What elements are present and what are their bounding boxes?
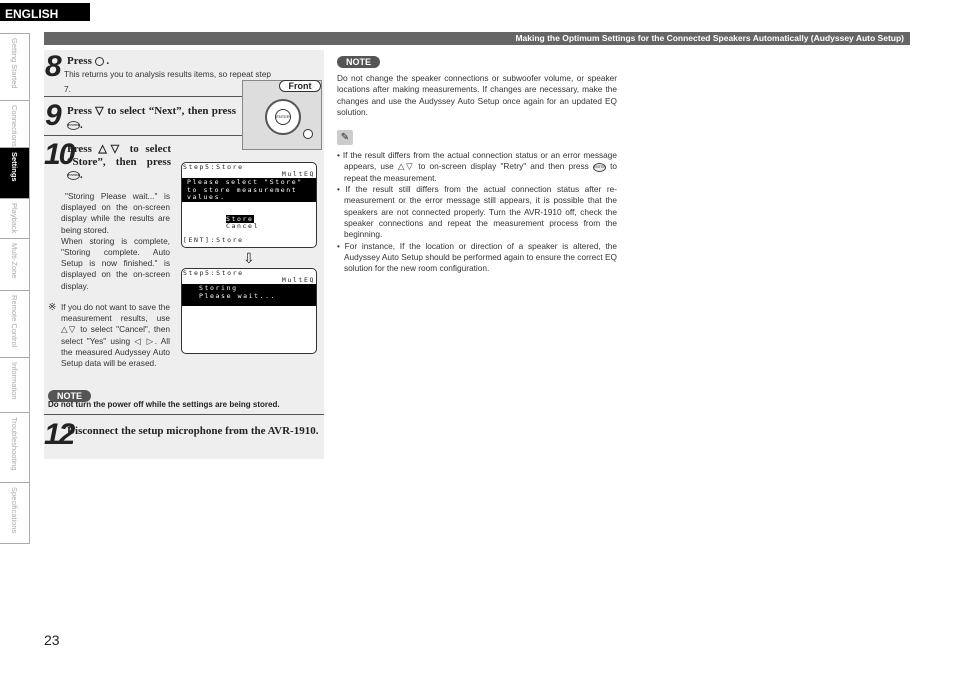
down-arrow-icon: ⇩ [243, 250, 255, 266]
tab-label: Information [10, 362, 19, 400]
enter-button-icon: ENTER [592, 162, 606, 172]
screen-subtitle: MultEQ [281, 276, 315, 285]
return-button-icon [303, 129, 313, 139]
tab-information[interactable]: Information [0, 357, 30, 412]
step-number: 8 [45, 50, 62, 83]
section-title: Making the Optimum Settings for the Conn… [44, 32, 910, 45]
notes-column: NOTE Do not change the speaker connectio… [337, 52, 617, 274]
step-number: 9 [45, 99, 62, 132]
cancel-note: If you do not want to save the measureme… [61, 302, 170, 369]
bullet-item: • If the result differs from the actual … [337, 150, 617, 183]
bullet-text: If the result differs from the actual co… [342, 150, 617, 172]
tab-troubleshooting[interactable]: Troubleshooting [0, 412, 30, 482]
step-12-instruction: Disconnect the setup microphone from the… [67, 425, 319, 437]
osd-screen-store: Step5:Store MultEQ Please select "Store"… [181, 162, 317, 248]
step-10-description: "Storing Please wait..." is displayed on… [61, 191, 170, 292]
tab-label: Connections [10, 105, 19, 147]
tab-label: Specifications [10, 487, 19, 534]
desc-storing: "Storing Please wait..." is displayed on… [61, 191, 170, 235]
screen-footer: [ENT]:Store [183, 236, 244, 245]
bullet-text: If the result still differs from the act… [344, 184, 617, 240]
return-button-icon [94, 56, 104, 66]
enter-button-icon: ENTER [275, 109, 291, 125]
screen-subtitle: MultEQ [281, 170, 315, 179]
tab-label: Troubleshooting [10, 417, 19, 471]
tab-label: Playback [10, 203, 19, 234]
pencil-icon: ✎ [337, 130, 353, 146]
bullet-item: • For instance, If the location or direc… [337, 240, 617, 274]
screen-message: Please select "Store" to store measuremen… [182, 178, 316, 203]
tab-settings[interactable]: Settings [0, 147, 30, 198]
tab-specifications[interactable]: Specifications [0, 482, 30, 544]
front-label: Front [279, 80, 321, 92]
tab-label: Remote Control [10, 295, 19, 348]
step-8-instruction: Press . [67, 55, 110, 67]
power-note: Do not turn the power off while the sett… [48, 400, 280, 409]
bullet-text: For instance, If the location or directi… [344, 240, 617, 274]
msg-line: Please wait... [199, 291, 277, 300]
step-9-instruction: Press ▽ to select “Next”, then press ENT… [67, 105, 236, 131]
step-text: Press △▽ to select “Store”, then press [67, 143, 171, 168]
tab-playback[interactable]: Playback [0, 198, 30, 238]
note-badge: NOTE [337, 56, 381, 68]
asterisk-icon: ※ [48, 302, 57, 313]
screen-message: Storing Please wait... [182, 284, 316, 307]
note-text: Do not change the speaker connections or… [337, 73, 617, 117]
bullet-item: • If the result still differs from the a… [337, 184, 617, 240]
enter-button-icon: ENTER [67, 120, 80, 130]
page-number: 23 [44, 632, 60, 648]
msg-line: values. [187, 192, 226, 201]
language-label: ENGLISH [0, 3, 90, 21]
tab-remote-control[interactable]: Remote Control [0, 290, 30, 357]
tab-label: Settings [10, 152, 19, 182]
option-cancel[interactable]: Cancel [182, 223, 316, 230]
tab-label: Getting Started [10, 38, 19, 89]
step-10-instruction: Press △▽ to select “Store”, then press E… [67, 143, 171, 181]
tab-connections[interactable]: Connections [0, 100, 30, 147]
osd-screen-storing: Step5:Store MultEQ Storing Please wait... [181, 268, 317, 354]
desc-complete: When storing is complete, "Storing compl… [61, 235, 170, 291]
tab-label: Multi-Zone [10, 243, 19, 279]
step-text: Press [67, 55, 92, 67]
tab-multi-zone[interactable]: Multi-Zone [0, 238, 30, 290]
enter-button-icon: ENTER [67, 170, 80, 180]
tab-getting-started[interactable]: Getting Started [0, 33, 30, 100]
step-text: Press ▽ to select “Next”, then press [67, 105, 236, 117]
